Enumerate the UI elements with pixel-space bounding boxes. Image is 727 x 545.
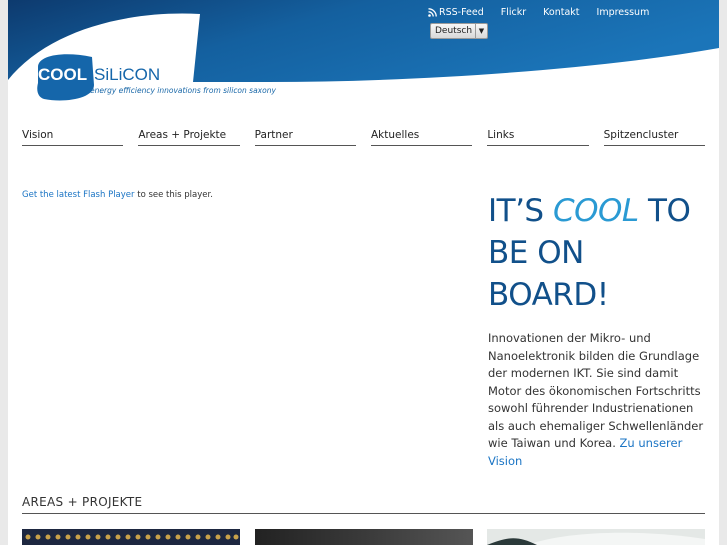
nav-item-links[interactable]: Links: [487, 129, 589, 146]
rss-feed-link[interactable]: RSS-Feed: [428, 7, 484, 18]
hero-title-cool: COOL: [552, 193, 639, 229]
project-thumbnail-3[interactable]: [487, 529, 705, 545]
impressum-link[interactable]: Impressum: [597, 7, 650, 18]
nav-item-areas-projekte[interactable]: Areas + Projekte: [138, 129, 240, 146]
hero-description-text: Innovationen der Mikro- und Nanoelektron…: [488, 331, 704, 450]
logo-cool-text: COOL: [38, 65, 87, 84]
language-selected-value: Deutsch: [435, 26, 473, 36]
hero-title: IT’S COOL TO BE ON BOARD!: [488, 190, 713, 316]
rss-icon: [428, 8, 437, 17]
logo-tagline: energy efficiency innovations from silic…: [90, 86, 276, 95]
project-thumbnail-1[interactable]: [22, 529, 240, 545]
chip-array-image: [22, 529, 240, 545]
header: RSS-Feed Flickr Kontakt Impressum Deutsc…: [8, 0, 719, 110]
kontakt-link[interactable]: Kontakt: [543, 7, 579, 18]
page: RSS-Feed Flickr Kontakt Impressum Deutsc…: [8, 0, 719, 545]
flash-player-notice: Get the latest Flash Player to see this …: [22, 190, 213, 200]
nav-item-partner[interactable]: Partner: [254, 129, 356, 146]
hero-description: Innovationen der Mikro- und Nanoelektron…: [488, 330, 713, 470]
hero-title-part1: IT’S: [488, 193, 553, 229]
main-navigation: Vision Areas + Projekte Partner Aktuelle…: [22, 129, 705, 146]
chevron-down-icon: ▼: [475, 24, 487, 38]
hero: IT’S COOL TO BE ON BOARD! Innovationen d…: [488, 190, 713, 470]
flickr-link[interactable]: Flickr: [501, 7, 526, 18]
section-divider: [22, 513, 705, 514]
logo-silicon-text: SiLiCON: [94, 65, 160, 84]
top-navigation: RSS-Feed Flickr Kontakt Impressum: [428, 7, 649, 18]
nav-item-vision[interactable]: Vision: [22, 129, 124, 146]
nav-item-spitzencluster[interactable]: Spitzencluster: [603, 129, 705, 146]
flash-player-link[interactable]: Get the latest Flash Player: [22, 190, 135, 200]
hero-title-line3: BOARD!: [488, 277, 609, 313]
flash-player-suffix: to see this player.: [134, 190, 213, 200]
hero-title-line2: BE ON: [488, 235, 584, 271]
hero-title-part2: TO: [638, 193, 691, 229]
coolsilicon-logo-icon: COOL SiLiCON: [37, 54, 160, 101]
project-thumbnail-2[interactable]: [255, 529, 473, 545]
device-image: [487, 529, 705, 545]
language-select[interactable]: Deutsch ▼: [430, 23, 488, 39]
section-title-areas-projekte: AREAS + PROJEKTE: [22, 495, 143, 509]
nav-item-aktuelles[interactable]: Aktuelles: [370, 129, 473, 146]
logo[interactable]: COOL SiLiCON: [34, 53, 174, 107]
rss-feed-label: RSS-Feed: [439, 7, 484, 18]
